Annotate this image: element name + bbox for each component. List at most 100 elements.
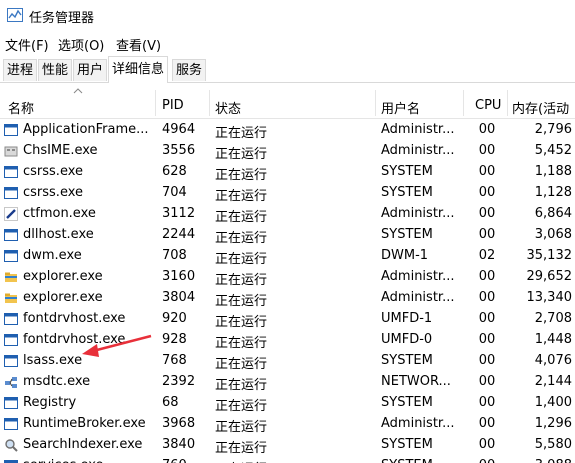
process-name: ctfmon.exe [23, 206, 96, 221]
table-row[interactable]: ApplicationFrame... 4964 正在运行 Administr... 0… [0, 120, 575, 141]
process-status: 正在运行 [215, 399, 268, 414]
window-app-icon [4, 249, 18, 263]
process-name: fontdrvhost.exe [23, 311, 126, 326]
process-status: 正在运行 [215, 168, 268, 183]
process-status: 正在运行 [215, 420, 268, 435]
process-memory: 2,708 [534, 311, 572, 326]
window-title: 任务管理器 [29, 11, 95, 26]
table-row[interactable]: explorer.exe 3160 正在运行 Administr... 00 29,652 [0, 267, 575, 288]
process-cpu: 00 [478, 122, 496, 137]
process-pid: 628 [162, 164, 187, 179]
process-name: explorer.exe [23, 269, 103, 284]
process-status: 正在运行 [215, 147, 268, 162]
process-pid: 704 [162, 185, 187, 200]
table-row[interactable]: services.exe 760 正在运行 SYSTEM 00 3,088 [0, 456, 575, 463]
process-memory: 1,400 [534, 395, 572, 410]
process-username: SYSTEM [381, 164, 433, 179]
table-row[interactable]: msdtc.exe 2392 正在运行 NETWOR... 00 2,144 [0, 372, 575, 393]
tab-users[interactable]: 用户 [73, 59, 108, 81]
table-row[interactable]: RuntimeBroker.exe 3968 正在运行 Administr... 00 1… [0, 414, 575, 435]
process-status: 正在运行 [215, 441, 268, 456]
column-divider[interactable] [209, 90, 210, 116]
process-name: msdtc.exe [23, 374, 91, 389]
process-memory: 35,132 [526, 248, 573, 263]
column-header-status[interactable]: 状态 [215, 98, 241, 117]
sort-ascending-icon [73, 88, 83, 94]
table-row[interactable]: ctfmon.exe 3112 正在运行 Administr... 00 6,864 [0, 204, 575, 225]
process-name: lsass.exe [23, 353, 83, 368]
process-name: csrss.exe [23, 185, 84, 200]
column-header-memory[interactable]: 内存(活动 [512, 98, 569, 117]
process-name: dwm.exe [23, 248, 82, 263]
menu-file[interactable]: 文件(F) [5, 35, 49, 54]
ime-icon [4, 144, 18, 158]
process-status: 正在运行 [215, 231, 268, 246]
process-pid: 760 [162, 458, 187, 463]
process-username: SYSTEM [381, 395, 433, 410]
process-status: 正在运行 [215, 378, 268, 393]
process-status: 正在运行 [215, 189, 268, 204]
table-row[interactable]: dllhost.exe 2244 正在运行 SYSTEM 00 3,068 [0, 225, 575, 246]
table-row[interactable]: fontdrvhost.exe 928 正在运行 UMFD-0 00 1,448 [0, 330, 575, 351]
process-name: ChsIME.exe [23, 143, 98, 158]
menu-view[interactable]: 查看(V) [116, 35, 161, 54]
process-username: SYSTEM [381, 437, 433, 452]
process-username: Administr... [381, 269, 455, 284]
process-username: SYSTEM [381, 227, 433, 242]
process-memory: 3,068 [534, 227, 572, 242]
process-cpu: 00 [478, 269, 496, 284]
process-cpu: 00 [470, 458, 504, 463]
tab-performance[interactable]: 性能 [38, 59, 73, 81]
column-divider[interactable] [375, 90, 376, 116]
process-pid: 3968 [162, 416, 196, 431]
process-name: RuntimeBroker.exe [23, 416, 146, 431]
process-username: NETWOR... [381, 374, 451, 389]
process-name: explorer.exe [23, 290, 103, 305]
process-memory: 13,340 [526, 290, 573, 305]
table-row[interactable]: csrss.exe 628 正在运行 SYSTEM 00 1,188 [0, 162, 575, 183]
table-row[interactable]: dwm.exe 708 正在运行 DWM-1 02 35,132 [0, 246, 575, 267]
tab-processes[interactable]: 进程 [3, 59, 38, 81]
process-cpu: 00 [478, 290, 496, 305]
process-memory: 1,448 [534, 332, 572, 347]
column-header-cpu[interactable]: CPU [475, 98, 501, 113]
column-divider[interactable] [463, 90, 464, 116]
table-row[interactable]: SearchIndexer.exe 3840 正在运行 SYSTEM 00 5,580 [0, 435, 575, 456]
process-username: Administr... [381, 143, 455, 158]
process-cpu: 00 [478, 227, 496, 242]
process-username: Administr... [381, 122, 455, 137]
column-divider[interactable] [507, 90, 508, 116]
table-row[interactable]: fontdrvhost.exe 920 正在运行 UMFD-1 00 2,708 [0, 309, 575, 330]
table-row[interactable]: lsass.exe 768 正在运行 SYSTEM 00 4,076 [0, 351, 575, 372]
table-row[interactable]: Registry 68 正在运行 SYSTEM 00 1,400 [0, 393, 575, 414]
process-cpu: 00 [478, 185, 496, 200]
window-app-icon [4, 228, 18, 242]
process-cpu: 00 [478, 416, 496, 431]
process-username: SYSTEM [381, 185, 433, 200]
window-app-icon [4, 396, 18, 410]
process-cpu: 00 [478, 206, 496, 221]
folder-icon [4, 270, 18, 284]
window-app-icon [4, 123, 18, 137]
process-status: 正在运行 [215, 458, 267, 463]
process-cpu: 00 [478, 164, 496, 179]
process-status: 正在运行 [215, 357, 268, 372]
window-app-icon [4, 186, 18, 200]
window-app-icon [4, 417, 18, 431]
column-header-name[interactable]: 名称 [8, 98, 34, 117]
table-row[interactable]: ChsIME.exe 3556 正在运行 Administr... 00 5,452 [0, 141, 575, 162]
column-header-username[interactable]: 用户名 [381, 98, 420, 117]
tab-details[interactable]: 详细信息 [108, 56, 169, 83]
tab-services[interactable]: 服务 [172, 59, 207, 81]
pen-icon [4, 207, 18, 221]
column-divider[interactable] [155, 90, 156, 116]
column-header-pid[interactable]: PID [162, 98, 184, 113]
process-memory: 2,144 [534, 374, 572, 389]
table-row[interactable]: explorer.exe 3804 正在运行 Administr... 00 13,340 [0, 288, 575, 309]
process-status: 正在运行 [215, 315, 268, 330]
process-status: 正在运行 [215, 336, 268, 351]
table-row[interactable]: csrss.exe 704 正在运行 SYSTEM 00 1,128 [0, 183, 575, 204]
menu-options[interactable]: 选项(O) [58, 35, 104, 54]
process-memory: 6,864 [534, 206, 572, 221]
window-app-icon [4, 459, 18, 463]
